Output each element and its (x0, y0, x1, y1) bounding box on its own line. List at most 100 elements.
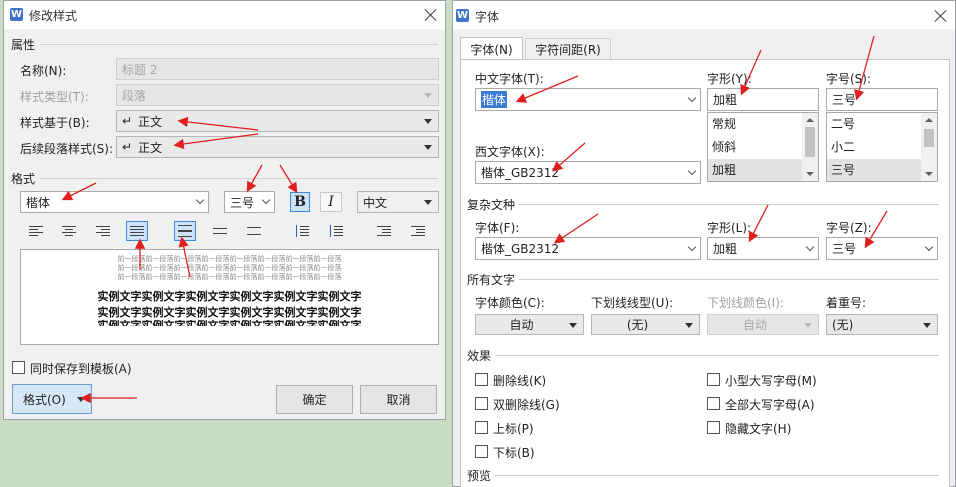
list-item[interactable]: 二号 (827, 113, 922, 136)
superscript-label: 上标(P) (493, 422, 534, 436)
list-item[interactable]: 倾斜 (708, 136, 803, 159)
font-style-input[interactable]: 加粗 (707, 88, 819, 111)
chevron-down-icon (687, 166, 697, 175)
tab-font[interactable]: 字体(N) (460, 37, 523, 60)
onehalf-spacing-icon (213, 225, 227, 237)
bold-icon: B (294, 194, 306, 210)
subscript-label: 下标(B) (493, 446, 535, 460)
font-dialog: W 字体 字体(N) 字符间距(R) 中文字体(T): 楷体 字形(Y): 加粗… (452, 0, 956, 487)
divider (495, 355, 939, 356)
emphasis-mark-value: (无) (832, 318, 854, 332)
scroll-up-icon[interactable] (925, 118, 933, 122)
font-size-list[interactable]: 二号 小二 三号 (826, 112, 938, 182)
preview-sample-text: 实例文字实例文字实例文字实例文字实例文字实例文字 (97, 306, 362, 319)
hidden-text-checkbox[interactable] (707, 421, 720, 434)
dropdown-arrow-icon (424, 119, 432, 124)
section-preview: 预览 (467, 469, 492, 483)
scroll-thumb[interactable] (924, 129, 934, 147)
hidden-text-label: 隐藏文字(H) (725, 422, 792, 436)
subscript-checkbox[interactable] (475, 445, 488, 458)
chevron-down-icon (687, 242, 697, 251)
all-caps-checkbox[interactable] (707, 397, 720, 410)
superscript-checkbox[interactable] (475, 421, 488, 434)
size-select[interactable]: 三号 (224, 191, 275, 213)
list-item[interactable]: 常规 (708, 113, 803, 136)
complex-size-select[interactable]: 三号 (826, 237, 938, 260)
style-type-label: 样式类型(T): (20, 90, 89, 104)
scrollbar[interactable] (921, 113, 937, 181)
next-style-select[interactable]: ↵ 正文 (116, 136, 439, 158)
section-complex-script: 复杂文种 (467, 198, 516, 212)
scroll-down-icon[interactable] (806, 172, 814, 176)
align-left-icon (29, 225, 43, 237)
double-strikethrough-checkbox[interactable] (475, 397, 488, 410)
single-spacing-button[interactable] (174, 221, 196, 241)
double-strikethrough-label: 双删除线(G) (493, 398, 560, 412)
emphasis-mark-label: 着重号: (826, 296, 867, 310)
underline-color-select: 自动 (707, 314, 819, 335)
close-icon[interactable] (424, 8, 438, 22)
single-spacing-icon (178, 225, 192, 237)
section-properties: 属性 (11, 38, 36, 52)
scrollbar[interactable] (802, 113, 818, 181)
font-value: 楷体 (26, 195, 51, 210)
onehalf-spacing-button[interactable] (209, 221, 231, 241)
save-to-template-checkbox[interactable] (12, 361, 25, 374)
complex-style-value: 加粗 (713, 242, 738, 256)
style-name-label: 名称(N): (20, 64, 67, 78)
list-item[interactable]: 三号 (827, 159, 922, 181)
underline-style-value: (无) (626, 318, 649, 332)
indent-increase-icon (411, 225, 425, 237)
align-center-button[interactable] (58, 221, 80, 241)
underline-style-select[interactable]: (无) (591, 314, 700, 335)
close-icon[interactable] (934, 9, 948, 23)
small-caps-checkbox[interactable] (707, 373, 720, 386)
font-size-input[interactable]: 三号 (826, 88, 938, 111)
indent-increase-button[interactable] (407, 221, 429, 241)
scroll-thumb[interactable] (805, 127, 815, 157)
strikethrough-label: 删除线(K) (493, 374, 547, 388)
tab-character-spacing[interactable]: 字符间距(R) (525, 38, 611, 60)
cancel-button[interactable]: 取消 (360, 385, 437, 414)
language-select[interactable]: 中文 (357, 191, 439, 213)
font-color-label: 字体颜色(C): (475, 296, 545, 310)
style-name-input[interactable]: 标题 2 (116, 58, 439, 80)
font-style-list[interactable]: 常规 倾斜 加粗 (707, 112, 819, 182)
ok-button[interactable]: 确定 (276, 385, 353, 414)
complex-style-label: 字形(L): (707, 221, 752, 235)
west-font-select[interactable]: 楷体_GB2312 (475, 161, 701, 184)
double-spacing-icon (247, 225, 261, 237)
cn-font-select[interactable]: 楷体 (475, 88, 701, 111)
space-after-button[interactable] (325, 221, 347, 241)
align-right-button[interactable] (92, 221, 114, 241)
complex-font-value: 楷体_GB2312 (481, 242, 560, 256)
wps-logo-icon: W (456, 9, 469, 22)
scroll-down-icon[interactable] (925, 172, 933, 176)
strikethrough-checkbox[interactable] (475, 373, 488, 386)
scroll-up-icon[interactable] (806, 118, 814, 122)
space-before-icon (295, 225, 309, 237)
format-button[interactable]: 格式(O) (12, 384, 92, 414)
divider (519, 204, 939, 205)
all-caps-label: 全部大写字母(A) (725, 398, 815, 412)
justify-button[interactable] (126, 221, 148, 241)
space-before-button[interactable] (291, 221, 313, 241)
based-on-value: 正文 (138, 114, 163, 129)
indent-decrease-button[interactable] (373, 221, 395, 241)
list-item[interactable]: 加粗 (708, 159, 803, 181)
font-color-select[interactable]: 自动 (475, 314, 584, 335)
font-size-value: 三号 (832, 93, 857, 107)
complex-font-select[interactable]: 楷体_GB2312 (475, 237, 701, 260)
list-item[interactable]: 小二 (827, 136, 922, 159)
emphasis-mark-select[interactable]: (无) (826, 314, 938, 335)
bold-button[interactable]: B (290, 192, 310, 212)
size-value: 三号 (230, 195, 255, 210)
align-left-button[interactable] (25, 221, 47, 241)
double-spacing-button[interactable] (243, 221, 265, 241)
complex-style-select[interactable]: 加粗 (707, 237, 819, 260)
format-button-label: 格式(O) (23, 392, 66, 407)
chevron-down-icon (687, 93, 697, 102)
based-on-select[interactable]: ↵ 正文 (116, 110, 439, 132)
font-select[interactable]: 楷体 (20, 191, 209, 213)
italic-button[interactable]: I (320, 192, 342, 212)
